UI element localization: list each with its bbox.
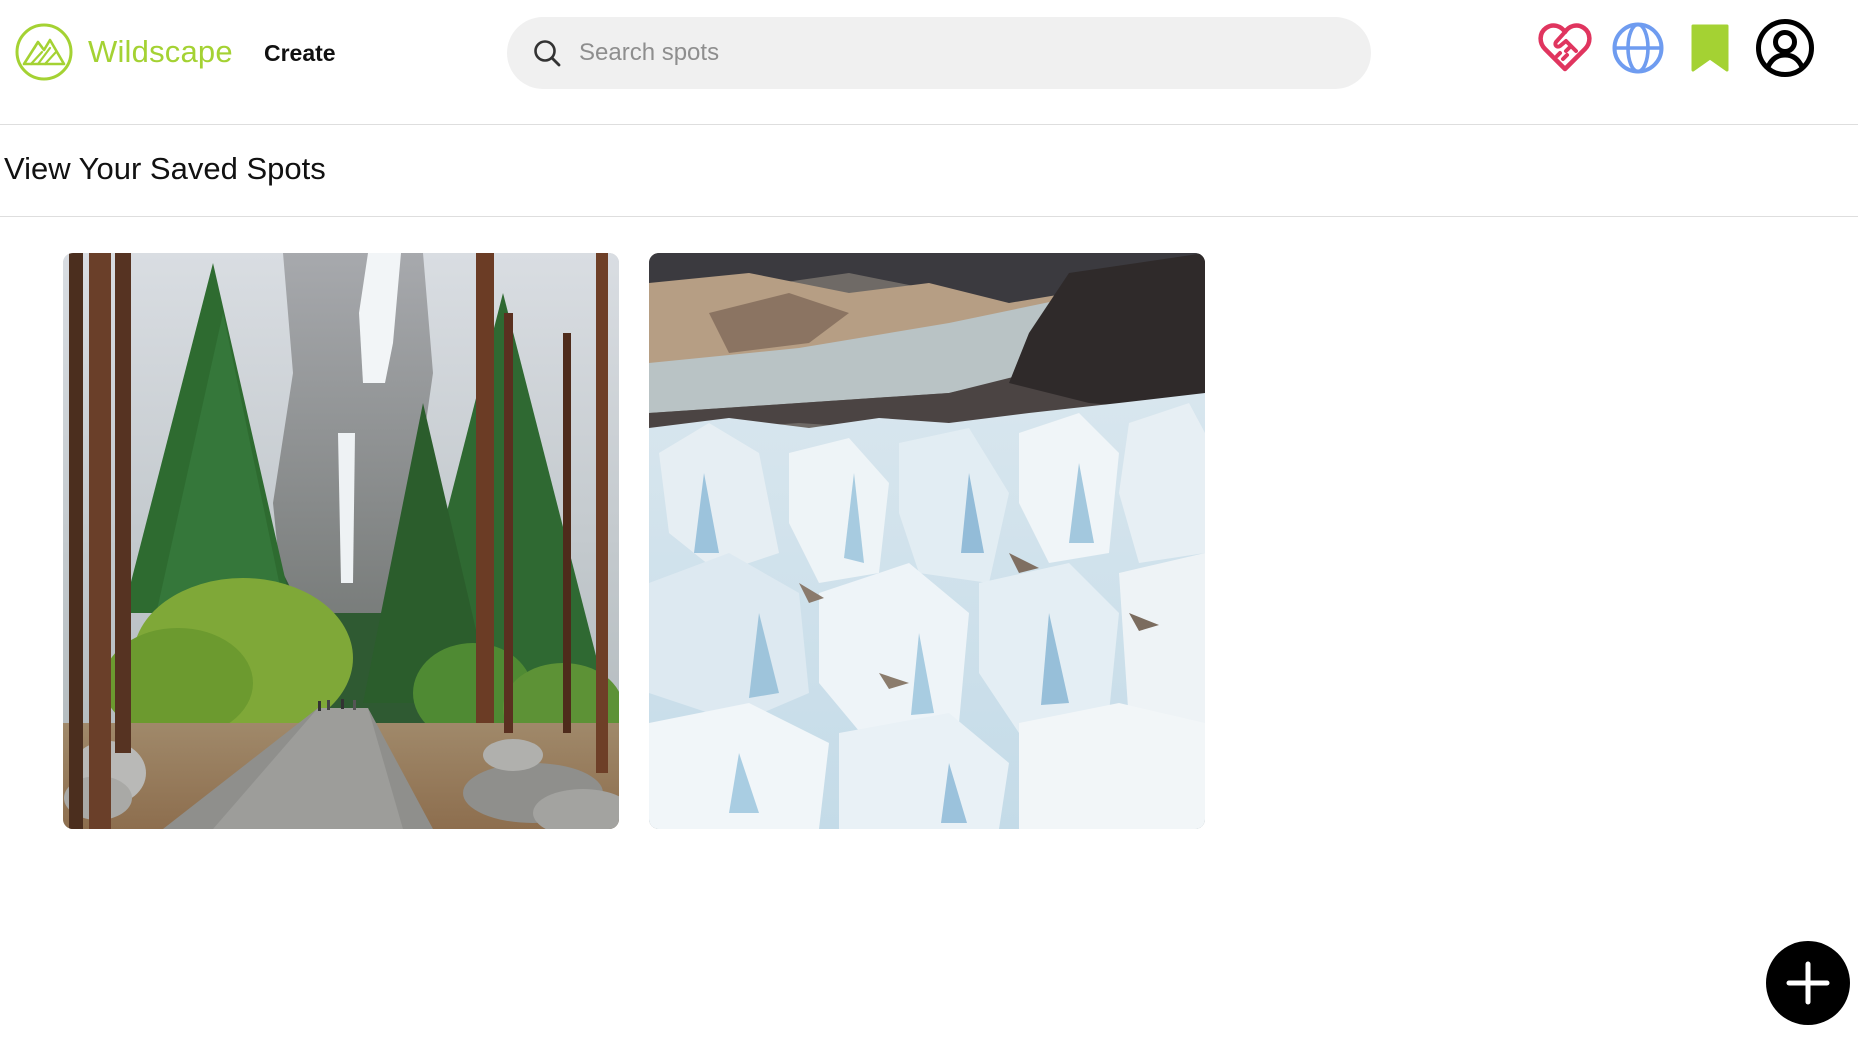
add-spot-button[interactable]	[1766, 941, 1850, 1025]
glacier-ice-field-photo	[649, 253, 1205, 829]
saved-spots-grid	[0, 217, 1858, 897]
search-icon	[534, 40, 561, 67]
wildscape-logo[interactable]: Wildscape	[14, 22, 233, 82]
plus-icon	[1786, 961, 1830, 1005]
search-input[interactable]	[577, 33, 1337, 73]
top-navigation-bar: Wildscape Create	[0, 0, 1858, 125]
bookmark-icon[interactable]	[1690, 23, 1730, 73]
page-title: View Your Saved Spots	[4, 151, 326, 186]
waterfall-forest-path-photo	[63, 253, 619, 829]
create-link[interactable]: Create	[264, 40, 336, 67]
user-circle-icon[interactable]	[1755, 18, 1815, 78]
saved-spots-header: View Your Saved Spots	[0, 126, 1858, 217]
app-name: Wildscape	[88, 34, 233, 69]
search-bar[interactable]	[507, 17, 1371, 89]
mountain-logo-icon	[15, 23, 73, 81]
heart-handshake-icon[interactable]	[1538, 23, 1592, 73]
globe-icon[interactable]	[1611, 21, 1665, 75]
saved-spot-card[interactable]	[63, 253, 619, 829]
saved-spot-card[interactable]	[649, 253, 1205, 829]
